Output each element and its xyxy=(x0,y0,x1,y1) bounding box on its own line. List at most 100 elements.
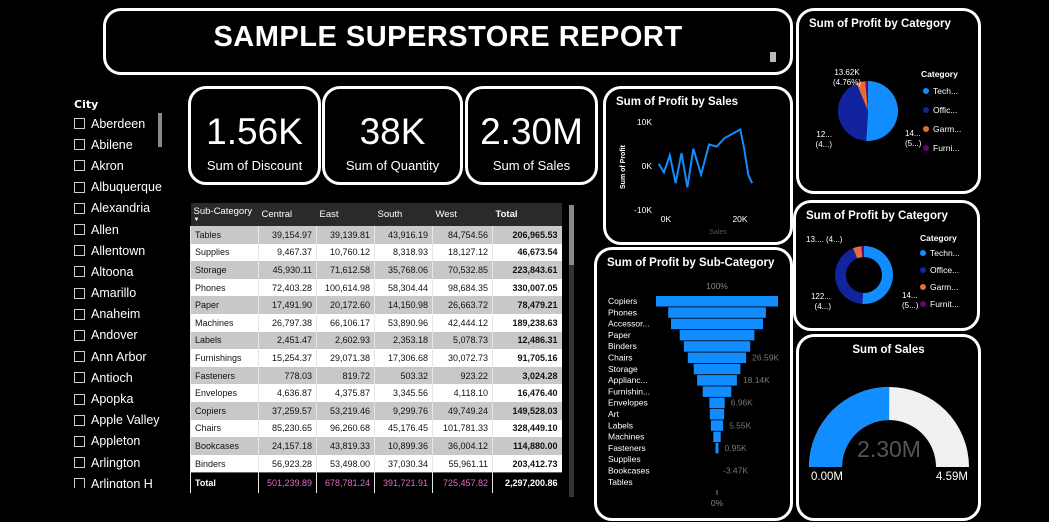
table-row[interactable]: Storage 45,930.11 71,612.58 35,768.06 70,532… xyxy=(190,261,562,279)
checkbox[interactable] xyxy=(74,287,85,299)
slicer-item[interactable]: Arlington H xyxy=(74,473,166,488)
funnel-bar[interactable] xyxy=(693,363,741,375)
column-header-south[interactable]: South xyxy=(374,203,433,226)
slicer-item[interactable]: Aberdeen xyxy=(74,113,166,134)
funnel-bar[interactable] xyxy=(679,329,755,341)
checkbox[interactable] xyxy=(74,351,85,363)
slicer-item[interactable]: Apple Valley xyxy=(74,410,166,431)
checkbox[interactable] xyxy=(74,118,85,130)
table-row[interactable]: Copiers 37,259.57 53,219.46 9,299.76 49,749.… xyxy=(190,401,562,420)
slicer-item[interactable]: Anaheim xyxy=(74,304,166,325)
table-cell: 71,612.58 xyxy=(316,261,375,279)
pie-slice[interactable] xyxy=(866,81,899,141)
slicer-item[interactable]: Abilene xyxy=(74,134,166,155)
funnel-bar[interactable] xyxy=(656,296,778,307)
legend-item[interactable]: Garm... xyxy=(930,282,958,292)
funnel-bar[interactable] xyxy=(709,409,725,420)
slicer-item[interactable]: Albuquerque xyxy=(74,177,166,198)
checkbox[interactable] xyxy=(74,435,85,447)
table-scrollbar-thumb[interactable] xyxy=(569,205,574,265)
gauge-min-label: 0.00M xyxy=(811,471,843,483)
legend-item[interactable]: Furni... xyxy=(933,143,959,153)
slicer-item[interactable]: Altoona xyxy=(74,261,166,282)
funnel-bar[interactable] xyxy=(715,442,719,454)
table-cell: Bookcases xyxy=(190,437,259,455)
slicer-item-label: Allentown xyxy=(91,243,146,258)
checkbox[interactable] xyxy=(74,478,85,488)
funnel-bar[interactable] xyxy=(687,352,747,364)
table-row[interactable]: Paper 17,491.90 20,172.60 14,150.98 26,663.7… xyxy=(190,296,562,314)
table-row[interactable]: Supplies 9,467.37 10,760.12 8,318.93 18,127.… xyxy=(190,243,562,262)
checkbox[interactable] xyxy=(74,139,85,151)
slicer-item[interactable]: Antioch xyxy=(74,367,166,388)
line-chart[interactable]: 10K 0K -10K Sum of Profit 0K 20K Sales xyxy=(606,89,790,242)
funnel-bar[interactable] xyxy=(702,386,732,397)
table-row[interactable]: Labels 2,451.47 2,602.93 2,353.18 5,078.73 12… xyxy=(190,331,562,350)
line-series-profit[interactable] xyxy=(657,127,754,188)
slicer-item[interactable]: Ann Arbor xyxy=(74,346,166,367)
table-cell: 2,451.47 xyxy=(258,331,317,350)
column-header-sub-category[interactable]: Sub-Category ▼ xyxy=(190,203,259,226)
table-row[interactable]: Binders 56,923.28 53,498.00 37,030.34 55,961… xyxy=(190,454,562,473)
funnel-bar[interactable] xyxy=(710,420,724,431)
legend-item[interactable]: Furnit... xyxy=(930,299,959,309)
column-header-total[interactable]: Total xyxy=(492,203,562,226)
table-cell: 49,749.24 xyxy=(432,401,493,420)
checkbox[interactable] xyxy=(74,414,85,426)
table-row[interactable]: Tables 39,154.97 39,139.81 43,916.19 84,754.… xyxy=(190,226,562,244)
table-cell: Tables xyxy=(190,226,259,244)
funnel-bar[interactable] xyxy=(713,431,721,443)
slicer-item[interactable]: Andover xyxy=(74,325,166,346)
column-header-central[interactable]: Central xyxy=(258,203,317,226)
checkbox[interactable] xyxy=(74,393,85,405)
checkbox[interactable] xyxy=(74,457,85,469)
slicer-item[interactable]: Apopka xyxy=(74,388,166,409)
funnel-bar[interactable] xyxy=(668,307,766,318)
slicer-item[interactable]: Alexandria xyxy=(74,198,166,219)
checkbox[interactable] xyxy=(74,329,85,341)
donut-chart[interactable]: 13.... (4...) 122... (4...) 14... (5...)… xyxy=(796,203,977,328)
checkbox[interactable] xyxy=(74,160,85,172)
legend-item[interactable]: Offic... xyxy=(933,105,957,115)
table-row[interactable]: Envelopes 4,636.87 4,375.87 3,345.56 4,118.1… xyxy=(190,384,562,402)
checkbox[interactable] xyxy=(74,245,85,257)
table-row[interactable]: Machines 26,797.38 66,106.17 53,890.96 42,44… xyxy=(190,313,562,332)
gauge-chart[interactable]: 2.30M 0.00M 4.59M xyxy=(799,337,978,518)
funnel-bar[interactable] xyxy=(697,375,737,386)
slicer-item[interactable]: Amarillo xyxy=(74,283,166,304)
table-row[interactable]: Chairs 85,230.65 96,260.68 45,176.45 101,781… xyxy=(190,419,562,438)
city-slicer[interactable]: Aberdeen Abilene Akron Albuquerque Alexandri… xyxy=(74,113,166,488)
column-header-west[interactable]: West xyxy=(432,203,493,226)
table-row[interactable]: Phones 72,403.28 100,614.98 58,304.44 98,684… xyxy=(190,278,562,297)
slicer-item[interactable]: Appleton xyxy=(74,431,166,452)
checkbox[interactable] xyxy=(74,181,85,193)
checkbox[interactable] xyxy=(74,202,85,214)
checkbox[interactable] xyxy=(74,224,85,236)
legend-item[interactable]: Tech... xyxy=(933,86,958,96)
column-header-east[interactable]: East xyxy=(316,203,375,226)
slicer-item[interactable]: Arlington xyxy=(74,452,166,473)
total-cell: 678,781.24 xyxy=(316,472,375,494)
table-row[interactable]: Furnishings 15,254.37 29,071.38 17,306.68 30… xyxy=(190,349,562,367)
checkbox[interactable] xyxy=(74,372,85,384)
funnel-bar[interactable] xyxy=(671,318,763,330)
slicer-scrollbar[interactable] xyxy=(158,113,162,147)
slicer-item[interactable]: Akron xyxy=(74,155,166,176)
donut-slice[interactable] xyxy=(862,246,893,304)
legend-item[interactable]: Garm... xyxy=(933,124,961,134)
table-row[interactable]: Bookcases 24,157.18 43,819.33 10,899.36 36,0… xyxy=(190,437,562,455)
slicer-item[interactable]: Allentown xyxy=(74,240,166,261)
funnel-chart[interactable]: 100% 0% CopiersPhones Accessor...PaperBin… xyxy=(597,250,790,518)
checkbox[interactable] xyxy=(74,308,85,320)
funnel-bar[interactable] xyxy=(709,397,725,409)
pie-chart[interactable]: 13.62K (4.76%) 12... (4...) 14... (5...)… xyxy=(799,11,978,191)
funnel-category-label: Supplies xyxy=(608,454,641,464)
slicer-item[interactable]: Allen xyxy=(74,219,166,240)
table-row[interactable]: Fasteners 778.03 819.72 503.32 923.22 3,024.2… xyxy=(190,366,562,385)
pie-data-label: 13.62K xyxy=(834,68,860,77)
legend-item[interactable]: Office... xyxy=(930,265,959,275)
title-scrollbar[interactable] xyxy=(770,52,776,62)
funnel-bar[interactable] xyxy=(683,341,751,352)
checkbox[interactable] xyxy=(74,266,85,278)
legend-item[interactable]: Techn... xyxy=(930,248,960,258)
